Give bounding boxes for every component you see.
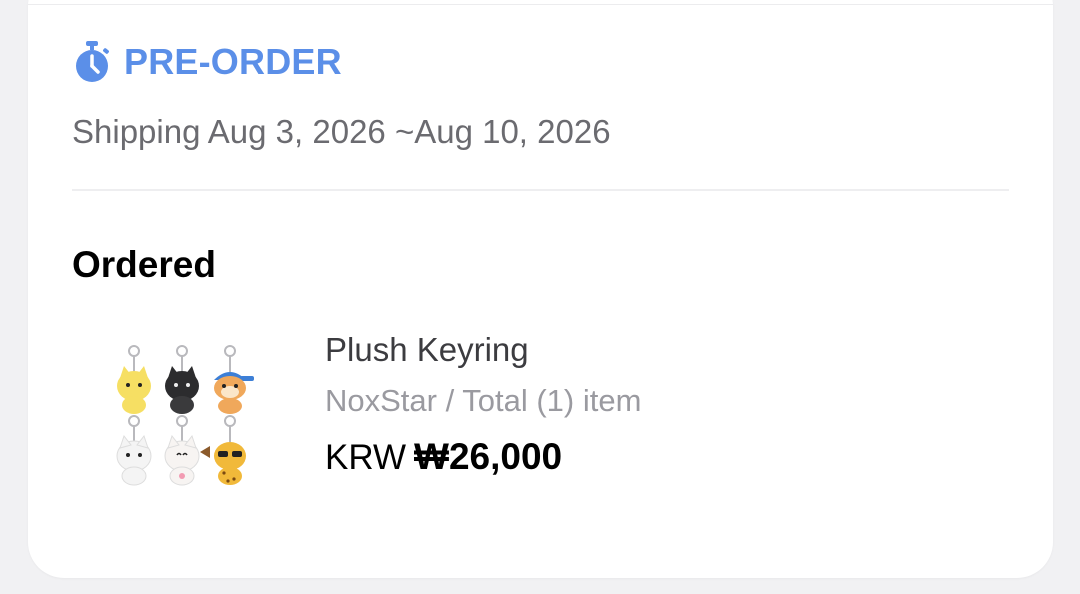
preorder-label: PRE-ORDER xyxy=(124,41,342,82)
price-currency: KRW xyxy=(325,438,407,477)
price-amount: ₩26,000 xyxy=(414,436,563,477)
order-card: PRE-ORDER Shipping Aug 3, 2026 ~Aug 10, … xyxy=(28,0,1053,578)
card-top-divider xyxy=(28,4,1053,5)
ordered-section-title: Ordered xyxy=(72,244,216,285)
shipping-dates: Shipping Aug 3, 2026 ~Aug 10, 2026 xyxy=(72,113,611,150)
preorder-header: PRE-ORDER xyxy=(72,40,342,84)
product-thumbnail[interactable] xyxy=(100,342,288,498)
product-meta: NoxStar / Total (1) item xyxy=(325,383,642,418)
section-divider xyxy=(72,189,1009,191)
stopwatch-icon xyxy=(72,40,112,84)
product-price: KRW ₩26,000 xyxy=(325,436,562,478)
product-name[interactable]: Plush Keyring xyxy=(325,331,529,369)
